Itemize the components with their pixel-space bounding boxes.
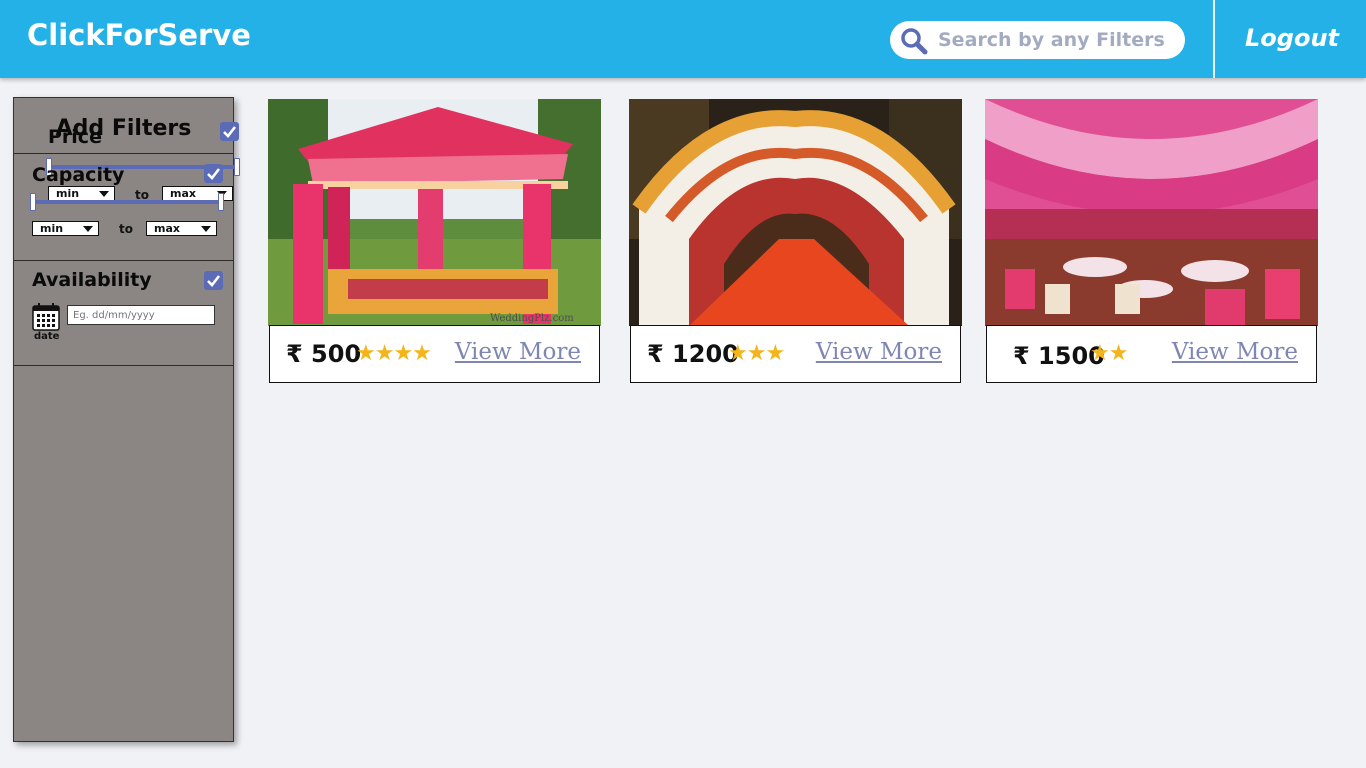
slider-max-handle[interactable] xyxy=(234,158,240,176)
availability-checkbox[interactable] xyxy=(204,271,223,290)
range-to-label: to xyxy=(119,222,133,236)
view-more-link[interactable]: View More xyxy=(455,339,581,365)
card-price: ₹ 500 xyxy=(286,340,362,368)
rating-stars-icon: ★★★★ xyxy=(356,341,432,366)
venue-photo-pink-tent[interactable]: WeddingPlz.com xyxy=(268,99,601,326)
venue-card[interactable]: ₹ 1200 ★★★ View More xyxy=(629,99,962,384)
price-label: Price xyxy=(48,126,102,148)
card-info: ₹ 1200 ★★★ View More xyxy=(630,325,961,383)
card-info: ₹ 500 ★★★★ View More xyxy=(269,325,600,383)
search-icon xyxy=(901,28,928,55)
dropdown-arrow-icon xyxy=(201,226,211,232)
availability-filter: Availability date xyxy=(14,261,233,366)
date-input[interactable] xyxy=(67,305,215,325)
select-value: min xyxy=(40,222,64,235)
rating-stars-icon: ★★ xyxy=(1090,341,1128,366)
checkmark-icon xyxy=(223,126,237,138)
brand-logo[interactable]: ClickForServe xyxy=(27,18,251,52)
date-label: date xyxy=(34,331,60,342)
top-navbar: ClickForServe Logout xyxy=(0,0,1366,78)
price-checkbox[interactable] xyxy=(220,122,239,141)
slider-track xyxy=(30,200,224,204)
venue-card[interactable]: ₹ 1500 ★★ View More xyxy=(985,99,1318,384)
calendar-icon[interactable] xyxy=(32,303,60,331)
header-divider xyxy=(1213,0,1215,78)
venue-card[interactable]: WeddingPlz.com ₹ 500 ★★★★ View More xyxy=(268,99,601,384)
dropdown-arrow-icon xyxy=(83,226,93,232)
search-input[interactable] xyxy=(938,27,1173,53)
card-price: ₹ 1200 xyxy=(647,340,739,368)
checkmark-icon xyxy=(207,168,221,180)
search-box[interactable] xyxy=(890,21,1185,59)
slider-max-handle[interactable] xyxy=(218,193,224,211)
venue-photo-banquet-hall[interactable] xyxy=(985,99,1318,326)
slider-min-handle[interactable] xyxy=(30,193,36,211)
view-more-link[interactable]: View More xyxy=(816,339,942,365)
capacity-range-slider[interactable] xyxy=(30,193,224,213)
capacity-checkbox[interactable] xyxy=(204,164,223,183)
availability-label: Availability xyxy=(32,269,152,291)
capacity-max-select[interactable]: max xyxy=(146,221,217,236)
rating-stars-icon: ★★★ xyxy=(728,341,785,366)
view-more-link[interactable]: View More xyxy=(1172,339,1298,365)
venue-photo-floral-entrance[interactable] xyxy=(629,99,962,326)
filter-sidebar: Add Filters Price min to max Capacity mi… xyxy=(13,97,240,742)
watermark: WeddingPlz.com xyxy=(490,313,574,324)
select-value: max xyxy=(154,222,180,235)
capacity-label: Capacity xyxy=(32,164,125,186)
card-info: ₹ 1500 ★★ View More xyxy=(986,325,1317,383)
capacity-filter: Capacity min to max xyxy=(14,154,233,261)
filters-title: Add Filters xyxy=(14,98,233,154)
logout-button[interactable]: Logout xyxy=(1245,24,1339,52)
capacity-min-select[interactable]: min xyxy=(32,221,99,236)
checkmark-icon xyxy=(207,275,221,287)
